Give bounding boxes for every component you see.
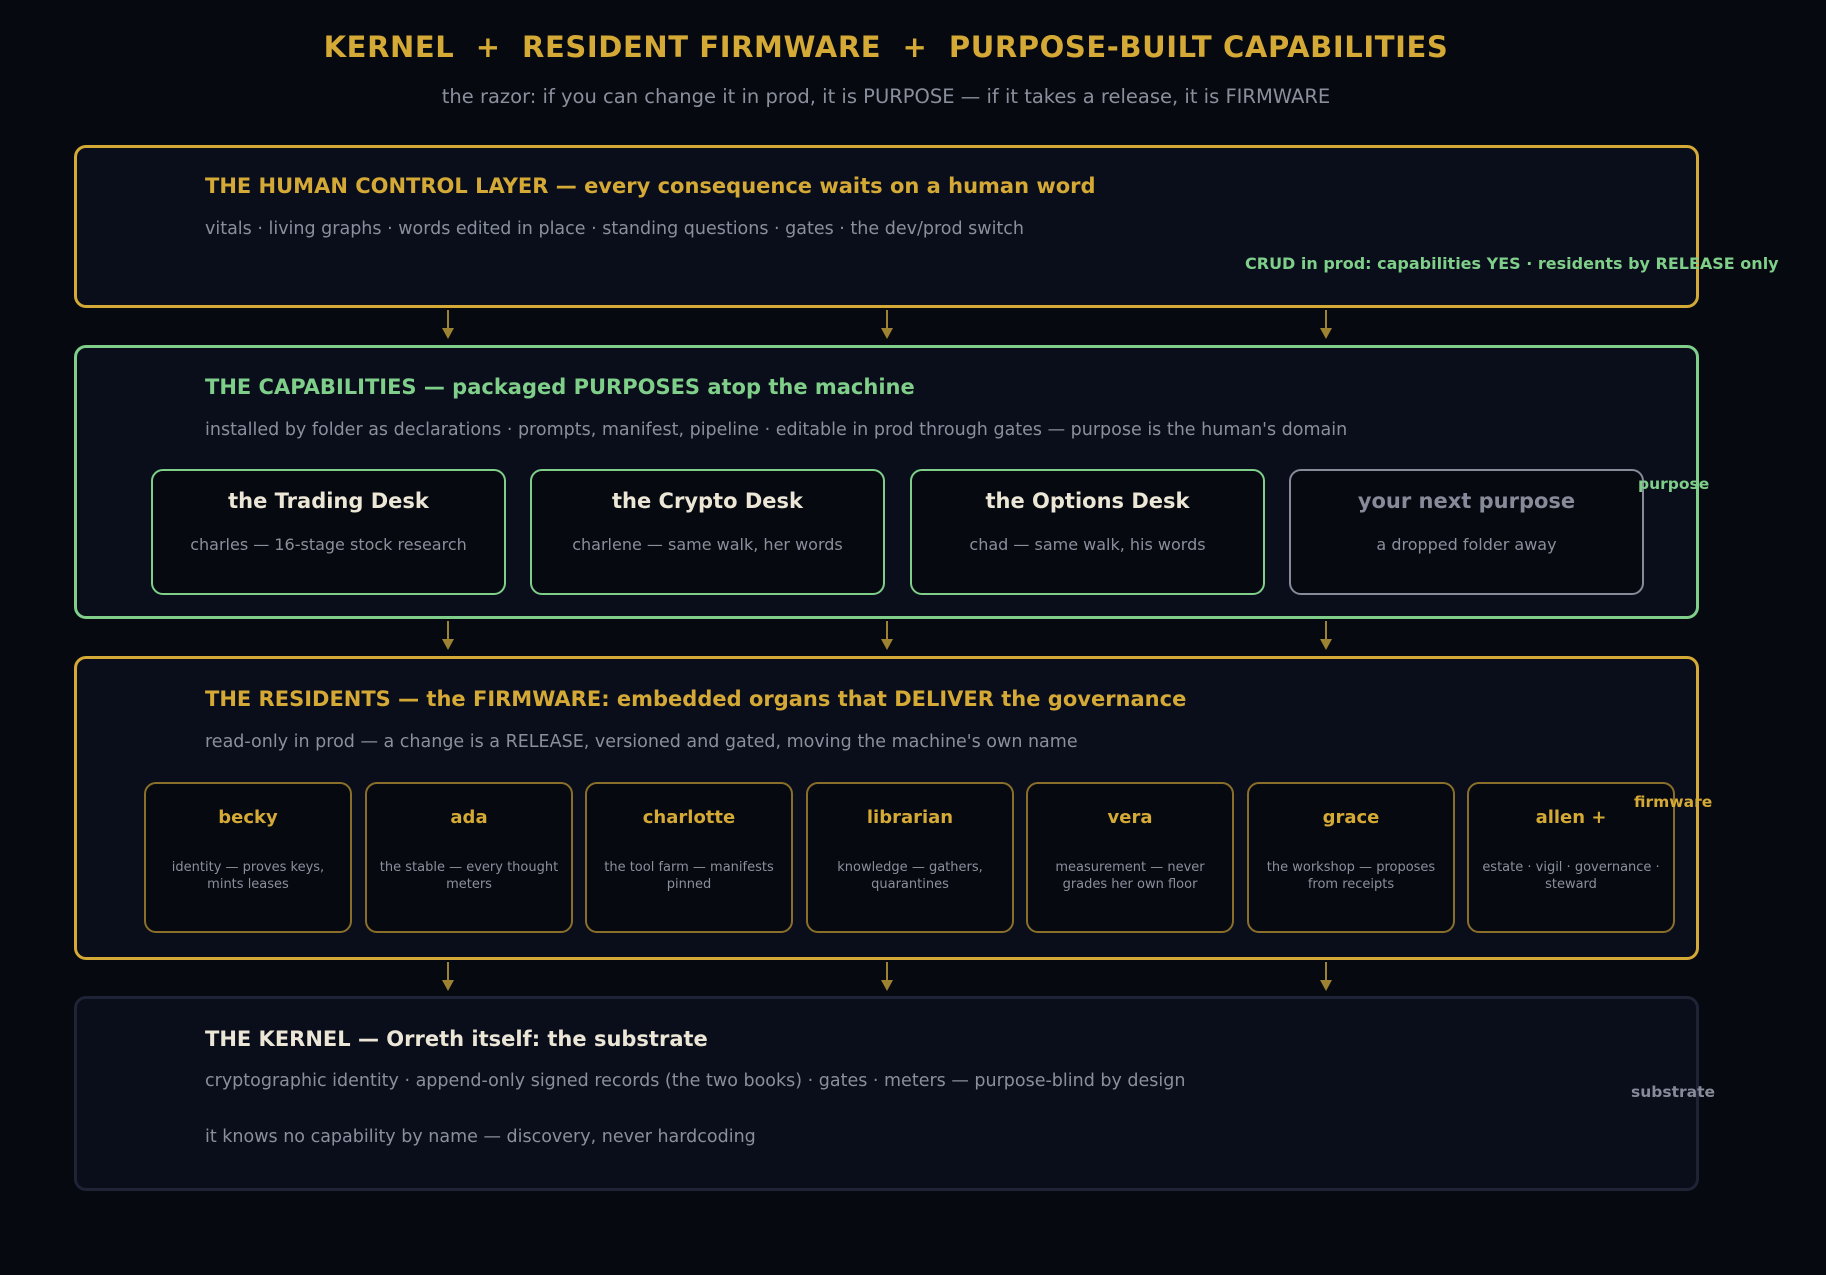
human-layer-desc: vitals · living graphs · words edited in… [205, 219, 1025, 239]
arrow-human-to-capabilities-3 [1320, 310, 1332, 339]
capability-desc: a dropped folder away [1376, 535, 1557, 554]
kernel-desc: cryptographic identity · append-only sig… [205, 1071, 1186, 1091]
capabilities-title: THE CAPABILITIES — packaged PURPOSES ato… [205, 375, 915, 399]
resident-desc: measurement — never grades her own floor [1055, 860, 1205, 892]
capability-name: the Crypto Desk [612, 489, 803, 513]
capability-desc: charlene — same walk, her words [572, 535, 843, 554]
capability-card-crypto-desk[interactable]: the Crypto Desk charlene — same walk, he… [530, 469, 885, 595]
arrow-residents-to-kernel-3 [1320, 962, 1332, 991]
resident-desc: estate · vigil · governance · steward [1482, 860, 1660, 892]
resident-card-vera[interactable]: vera measurement — never grades her own … [1026, 782, 1234, 933]
diagram-subtitle: the razor: if you can change it in prod,… [441, 85, 1331, 108]
human-control-layer: THE HUMAN CONTROL LAYER — every conseque… [74, 145, 1699, 308]
resident-desc: the workshop — proposes from receipts [1266, 860, 1436, 892]
capability-card-trading-desk[interactable]: the Trading Desk charles — 16-stage stoc… [151, 469, 506, 595]
resident-card-charlotte[interactable]: charlotte the tool farm — manifests pinn… [585, 782, 793, 933]
resident-card-becky[interactable]: becky identity — proves keys, mints leas… [144, 782, 352, 933]
human-layer-title: THE HUMAN CONTROL LAYER — every conseque… [205, 174, 1096, 198]
capability-card-options-desk[interactable]: the Options Desk chad — same walk, his w… [910, 469, 1265, 595]
resident-name: ada [450, 807, 488, 828]
resident-name: becky [218, 807, 278, 828]
resident-desc: the stable — every thought meters [379, 860, 559, 892]
resident-desc: the tool farm — manifests pinned [604, 860, 774, 892]
resident-desc: identity — proves keys, mints leases [171, 860, 325, 892]
resident-name: grace [1322, 807, 1380, 828]
capability-desc: charles — 16-stage stock research [190, 535, 467, 554]
resident-card-grace[interactable]: grace the workshop — proposes from recei… [1247, 782, 1455, 933]
arrow-capabilities-to-residents-2 [881, 621, 893, 650]
diagram-title: KERNEL + RESIDENT FIRMWARE + PURPOSE-BUI… [323, 30, 1449, 64]
capabilities-desc: installed by folder as declarations · pr… [205, 420, 1348, 440]
kernel-note: it knows no capability by name — discove… [205, 1127, 756, 1147]
arrow-capabilities-to-residents-3 [1320, 621, 1332, 650]
arrow-capabilities-to-residents-1 [442, 621, 454, 650]
resident-name: librarian [866, 807, 954, 828]
capability-name: your next purpose [1357, 489, 1576, 513]
resident-card-librarian[interactable]: librarian knowledge — gathers, quarantin… [806, 782, 1014, 933]
residents-title: THE RESIDENTS — the FIRMWARE: embedded o… [205, 687, 1187, 711]
arrow-residents-to-kernel-1 [442, 962, 454, 991]
firmware-label: firmware [1634, 793, 1713, 811]
capability-desc: chad — same walk, his words [969, 535, 1206, 554]
resident-name: charlotte [642, 807, 736, 828]
purpose-label: purpose [1638, 475, 1710, 493]
capability-name: the Trading Desk [228, 489, 429, 513]
resident-name: vera [1107, 807, 1153, 828]
arrow-human-to-capabilities-1 [442, 310, 454, 339]
crud-note: CRUD in prod: capabilities YES · residen… [1245, 254, 1779, 273]
arrow-human-to-capabilities-2 [881, 310, 893, 339]
capability-name: the Options Desk [985, 489, 1190, 513]
resident-card-ada[interactable]: ada the stable — every thought meters [365, 782, 573, 933]
arrow-residents-to-kernel-2 [881, 962, 893, 991]
kernel-title: THE KERNEL — Orreth itself: the substrat… [205, 1027, 708, 1051]
residents-desc: read-only in prod — a change is a RELEAS… [205, 732, 1078, 752]
capability-card-next-purpose[interactable]: your next purpose a dropped folder away [1289, 469, 1644, 595]
kernel-layer: THE KERNEL — Orreth itself: the substrat… [74, 996, 1699, 1191]
substrate-label: substrate [1631, 1083, 1716, 1101]
resident-desc: knowledge — gathers, quarantines [837, 860, 983, 892]
